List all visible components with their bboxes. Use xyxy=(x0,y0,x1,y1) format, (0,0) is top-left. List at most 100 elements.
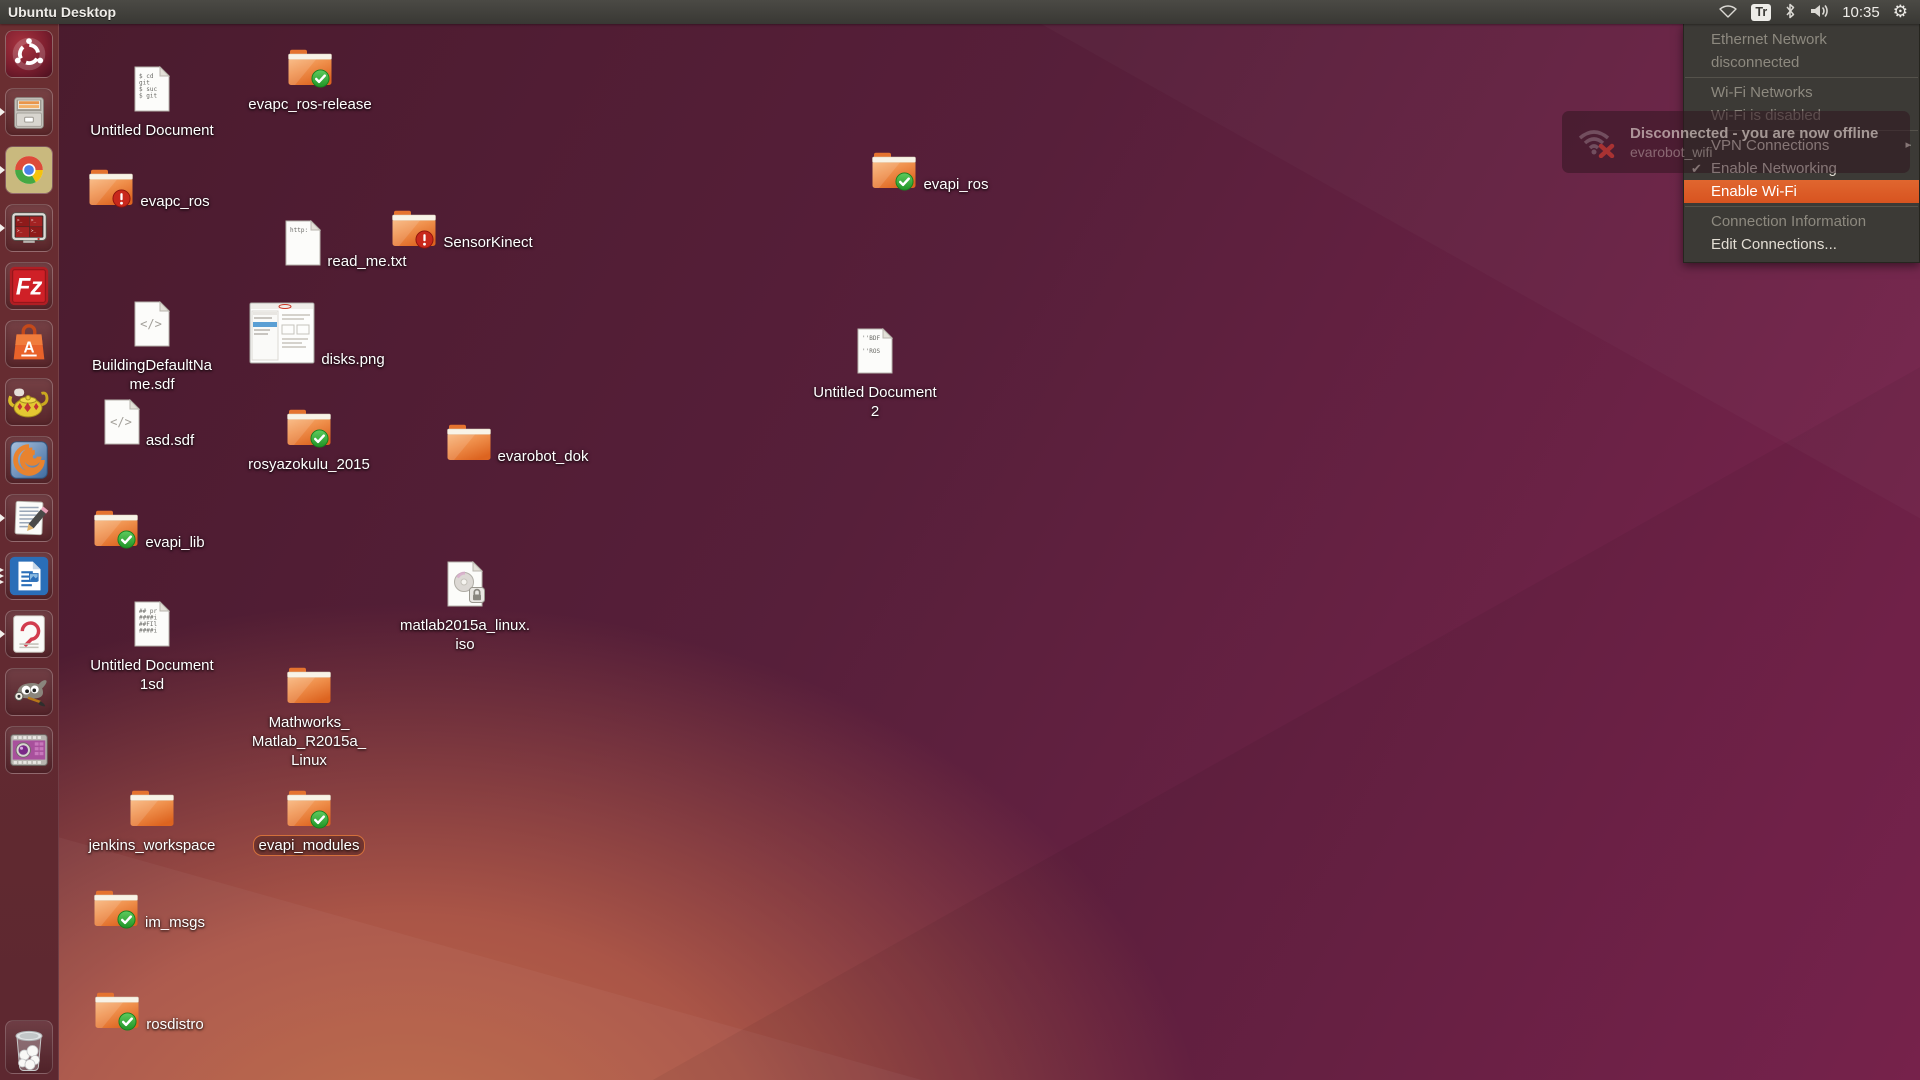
libreoffice-writer-icon xyxy=(9,556,49,596)
toast-title: Disconnected - you are now offline xyxy=(1630,124,1879,142)
desktop-icon-sensorkinect[interactable]: SensorKinect xyxy=(387,209,543,253)
running-indicator-arrow xyxy=(0,166,9,174)
running-indicator-pips xyxy=(0,568,6,584)
launcher-item-swirl-app[interactable] xyxy=(5,436,53,484)
system-tray: Tr 10:35 ⚙ xyxy=(1718,2,1920,23)
folder-icon xyxy=(94,991,140,1031)
unity-launcher[interactable]: >_ >_ >_ >_ Fz A xyxy=(0,24,59,1080)
svg-text:####i: ####i xyxy=(139,628,157,635)
menu-item-label: Wi-Fi Networks xyxy=(1711,84,1813,101)
launcher-item-document-viewer[interactable] xyxy=(0,610,53,658)
emblem-check-icon xyxy=(895,172,914,191)
network-wifi-icon[interactable] xyxy=(1718,3,1738,22)
desktop-icon-label: disks.png xyxy=(321,351,385,368)
folder-icon xyxy=(286,666,332,704)
desktop-icon-label: read_me.txt xyxy=(327,253,407,270)
emblem-check-icon xyxy=(117,910,136,929)
desktop-icon-evapi-ros[interactable]: evapi_ros xyxy=(855,151,1011,195)
desktop-icon-label: asd.sdf xyxy=(145,432,195,449)
desktop-icon-evapi-lib[interactable]: evapi_lib xyxy=(74,509,230,553)
code-file-icon: </> xyxy=(134,300,171,347)
gimp-icon xyxy=(14,680,47,707)
menu-item-edit-connections[interactable]: Edit Connections... xyxy=(1684,233,1919,256)
menu-item-disconnected: disconnected xyxy=(1684,51,1919,74)
emblem-warning-icon xyxy=(415,230,434,249)
desktop-icon-disks-png[interactable]: disks.png xyxy=(242,302,398,370)
running-indicator-arrow xyxy=(0,108,9,116)
launcher-item-libreoffice-writer[interactable] xyxy=(0,552,53,600)
launcher-item-software-center[interactable]: A xyxy=(5,320,53,368)
desktop-icon-evarobot-dok[interactable]: evarobot_dok xyxy=(442,423,598,467)
svg-text:>_: >_ xyxy=(31,218,37,223)
top-panel: Ubuntu Desktop Tr 10:35 ⚙ xyxy=(0,0,1920,24)
desktop-icon-untitled-document-1sd[interactable]: ## pr ####i ##FIl ####i Untitled Document 1s… xyxy=(74,600,230,695)
launcher-item-text-editor[interactable] xyxy=(0,494,53,542)
chrome-icon xyxy=(6,147,52,193)
desktop-icon-asd-sdf[interactable]: </> asd.sdf xyxy=(74,398,230,451)
desktop-icon-label: matlab2015a_linux. iso xyxy=(399,617,531,653)
desktop-icon-label: Untitled Document 2 xyxy=(813,384,937,420)
menu-item-wi-fi-networks: Wi-Fi Networks xyxy=(1684,81,1919,104)
desktop-icon-label: SensorKinect xyxy=(443,234,533,251)
image-file-icon xyxy=(249,302,315,364)
launcher-item-files[interactable] xyxy=(0,88,53,136)
session-gear-icon[interactable]: ⚙ xyxy=(1893,3,1908,21)
desktop-icon-jenkins-workspace[interactable]: jenkins_workspace xyxy=(74,789,230,856)
filezilla-icon: Fz xyxy=(9,266,49,306)
files-icon xyxy=(14,97,44,129)
swirl-app-icon xyxy=(10,441,48,479)
svg-text:''ROS: ''ROS xyxy=(862,348,880,355)
menu-item-label: Edit Connections... xyxy=(1711,236,1837,253)
desktop-icon-label: jenkins_workspace xyxy=(88,837,216,854)
running-indicator-arrow xyxy=(0,224,9,232)
desktop-icon-untitled-document[interactable]: $ cd git $ suc $ git Untitled Document xyxy=(74,65,230,141)
keyboard-layout-indicator[interactable]: Tr xyxy=(1751,3,1772,21)
folder-icon xyxy=(286,408,332,448)
folder-icon xyxy=(93,509,139,549)
volume-icon[interactable] xyxy=(1809,3,1829,22)
desktop-icon-untitled-document-2[interactable]: ''BDF ''ROS Untitled Document 2 xyxy=(797,327,953,422)
desktop-icon-rosdistro[interactable]: rosdistro xyxy=(74,991,230,1035)
launcher-item-ubuntu-dash[interactable] xyxy=(5,30,53,78)
emblem-check-icon xyxy=(310,429,329,448)
desktop-icon-mathworks-matlab-r2015a-linux[interactable]: Mathworks_ Matlab_R2015a_ Linux xyxy=(231,666,387,771)
launcher-item-gimp[interactable] xyxy=(5,668,53,716)
svg-text:>_: >_ xyxy=(31,229,37,234)
desktop-icon-matlab2015a-linux-iso[interactable]: matlab2015a_linux. iso xyxy=(387,560,543,655)
launcher-item-filezilla[interactable]: Fz xyxy=(5,262,53,310)
desktop-icon-evapc-ros-release[interactable]: evapc_ros-release xyxy=(232,48,388,115)
menu-item-label: disconnected xyxy=(1711,54,1800,71)
emblem-lock-icon xyxy=(467,585,487,605)
svg-text:>_: >_ xyxy=(17,218,23,223)
desktop-icon-buildingdefaultna-me-sdf[interactable]: </> BuildingDefaultNa me.sdf xyxy=(74,300,230,395)
desktop-icon-label: rosyazokulu_2015 xyxy=(248,456,370,473)
bluetooth-icon[interactable] xyxy=(1784,2,1796,23)
text-file-icon: $ cd git $ suc $ git xyxy=(134,65,171,112)
wifi-disconnected-icon xyxy=(1574,122,1618,163)
desktop-icon-label: Untitled Document xyxy=(90,122,214,139)
svg-text:A: A xyxy=(23,340,34,357)
desktop-icon-rosyazokulu-2015[interactable]: rosyazokulu_2015 xyxy=(231,408,387,475)
desktop-icon-label: evarobot_dok xyxy=(497,448,589,465)
menu-item-enable-wi-fi[interactable]: Enable Wi-Fi xyxy=(1684,180,1919,203)
folder-icon xyxy=(446,423,492,461)
iso-file-icon xyxy=(447,560,485,607)
desktop-icon-im-msgs[interactable]: im_msgs xyxy=(74,889,230,933)
software-center-icon: A xyxy=(13,324,45,360)
desktop-icon-evapc-ros[interactable]: evapc_ros xyxy=(74,168,230,212)
launcher-item-video-app[interactable] xyxy=(5,726,53,774)
desktop-icon-evapi-modules[interactable]: evapi_modules xyxy=(231,789,387,856)
clock[interactable]: 10:35 xyxy=(1842,4,1880,21)
emblem-warning-icon xyxy=(112,189,131,208)
launcher-item-genie-lamp[interactable] xyxy=(5,378,53,426)
text-file-icon: ## pr ####i ##FIl ####i xyxy=(134,600,171,647)
launcher-item-chrome[interactable] xyxy=(0,146,53,194)
launcher-item-trash[interactable] xyxy=(5,1020,53,1074)
svg-text:</>: </> xyxy=(140,317,162,331)
emblem-check-icon xyxy=(310,810,329,829)
launcher-item-terminal[interactable]: >_ >_ >_ >_ xyxy=(0,204,53,252)
desktop-icon-label: Untitled Document 1sd xyxy=(90,657,214,693)
menu-item-label: Connection Information xyxy=(1711,213,1867,230)
desktop-icon-label: evapi_ros xyxy=(923,176,989,193)
desktop-title: Ubuntu Desktop xyxy=(8,4,117,20)
